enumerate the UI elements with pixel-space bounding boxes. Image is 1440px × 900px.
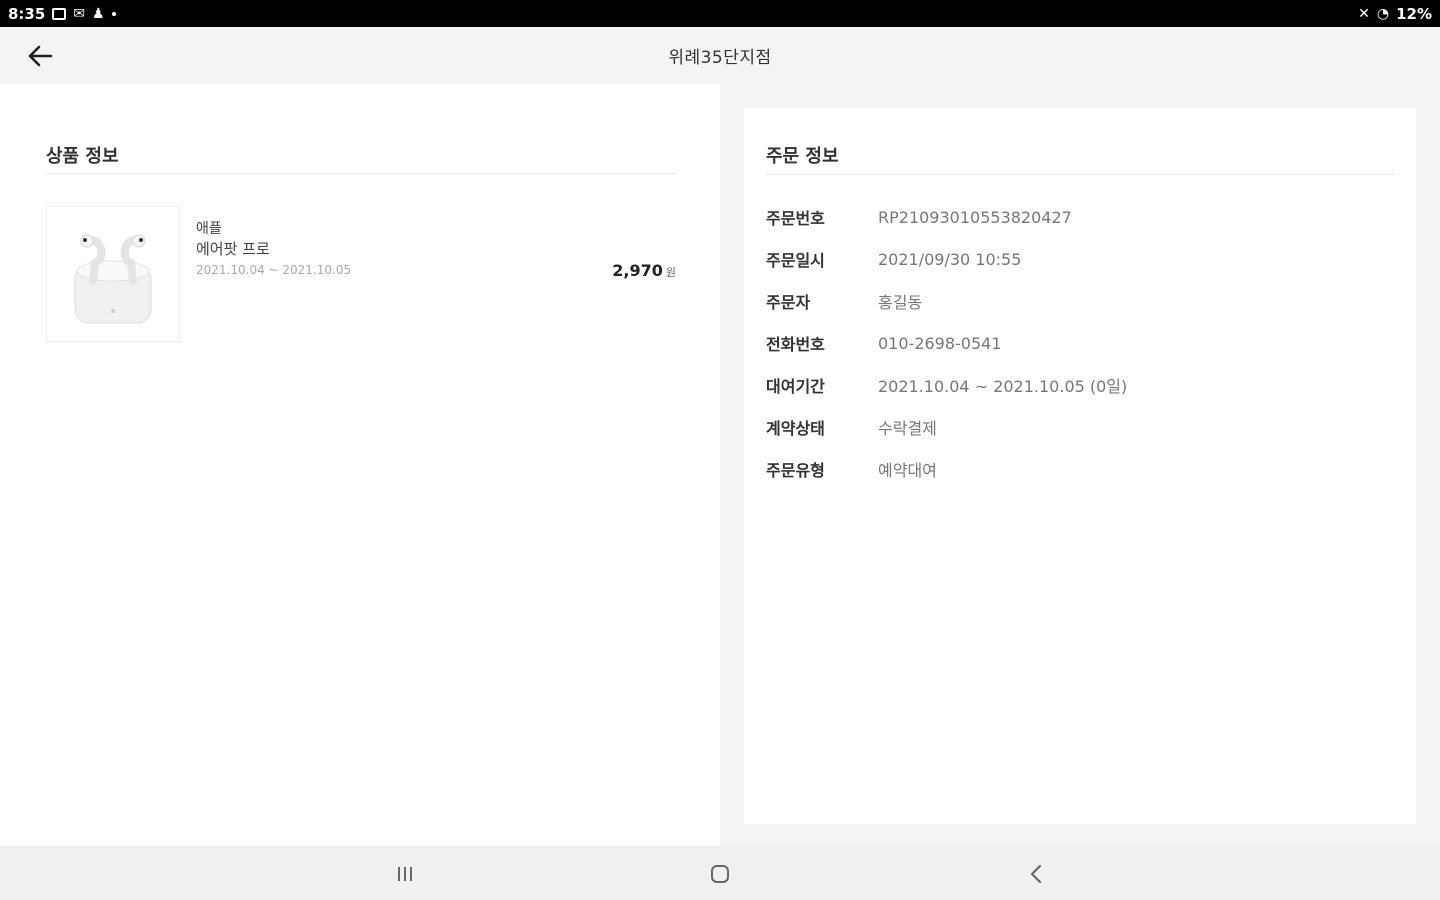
order-row-label: 대여기간: [766, 377, 825, 396]
product-rental-period: 2021.10.04 ~ 2021.10.05: [196, 263, 352, 277]
order-row-phone: 전화번호 010-2698-0541: [766, 331, 1002, 355]
order-row-rental-period: 대여기간 2021.10.04 ~ 2021.10.05 (0일): [766, 373, 1127, 397]
recents-button[interactable]: [383, 858, 427, 890]
gallery-notification-icon: [52, 7, 67, 20]
home-icon: [711, 865, 729, 883]
product-name: 에어팟 프로: [196, 240, 270, 258]
order-row-value: 2021/09/30 10:55: [878, 249, 1022, 269]
order-row-value: 수락결제: [878, 419, 937, 438]
order-section-divider: [766, 174, 1396, 175]
product-price-currency: 원: [665, 266, 676, 279]
order-row-label: 주문일시: [766, 251, 825, 270]
order-row-type: 주문유형 예약대여: [766, 457, 937, 481]
page-title: 위례35단지점: [668, 48, 772, 68]
recents-icon: [398, 867, 412, 881]
battery-level: 12%: [1396, 4, 1432, 23]
status-bar-left: 8:35 ✉ ♟: [8, 5, 116, 23]
mail-notification-icon: ✉: [73, 5, 86, 22]
product-brand: 애플: [196, 221, 222, 237]
product-price-value: 2,970: [612, 261, 663, 280]
order-row-label: 전화번호: [766, 335, 825, 354]
system-nav-bar: [0, 846, 1440, 900]
order-row-datetime: 주문일시 2021/09/30 10:55: [766, 247, 1021, 271]
more-notifications-icon: [111, 11, 116, 16]
person-notification-icon: ♟: [92, 5, 105, 22]
product-section-title: 상품 정보: [46, 146, 119, 167]
order-row-value: 예약대여: [878, 461, 937, 480]
order-row-label: 주문자: [766, 293, 811, 312]
order-section-title: 주문 정보: [766, 146, 839, 167]
product-image: [46, 206, 180, 342]
order-row-value: 2021.10.04 ~ 2021.10.05 (0일): [878, 377, 1128, 396]
wifi-icon: ◔: [1376, 5, 1390, 22]
mute-icon: ✕: [1358, 5, 1370, 22]
product-info-panel: 상품 정보 애플 에어팟 프로 2021.10.04 ~ 2021.10.05 …: [0, 84, 720, 846]
product-item[interactable]: 애플 에어팟 프로 2021.10.04 ~ 2021.10.05 2,970 원: [46, 206, 676, 342]
arrow-left-icon: [28, 45, 53, 67]
order-row-customer: 주문자 홍길동: [766, 289, 922, 313]
order-row-status: 계약상태 수락결제: [766, 415, 937, 439]
order-row-value: 010-2698-0541: [878, 333, 1002, 353]
product-price: 2,970 원: [612, 261, 676, 280]
order-row-number: 주문번호 RP2109301055382042​7: [766, 205, 1072, 229]
app-bar: 위례35단지점: [0, 27, 1440, 84]
order-info-panel: 주문 정보 주문번호 RP2109301055382042​7 주문일시 202…: [744, 108, 1416, 824]
order-row-label: 주문번호: [766, 209, 825, 228]
status-time: 8:35: [8, 4, 46, 23]
airpods-image: [74, 234, 152, 324]
order-row-value: 홍길동: [878, 293, 923, 312]
home-button[interactable]: [698, 858, 742, 890]
order-row-label: 계약상태: [766, 419, 825, 438]
order-row-value: RP2109301055382042​7: [878, 207, 1072, 227]
status-bar-right: ✕ ◔ 12%: [1358, 5, 1432, 23]
product-section-divider: [46, 173, 676, 174]
order-row-label: 주문유형: [766, 461, 825, 480]
status-bar: 8:35 ✉ ♟ ✕ ◔ 12%: [0, 0, 1440, 27]
back-button[interactable]: [22, 41, 58, 71]
chevron-left-icon: [1030, 864, 1042, 884]
nav-back-button[interactable]: [1014, 858, 1058, 890]
